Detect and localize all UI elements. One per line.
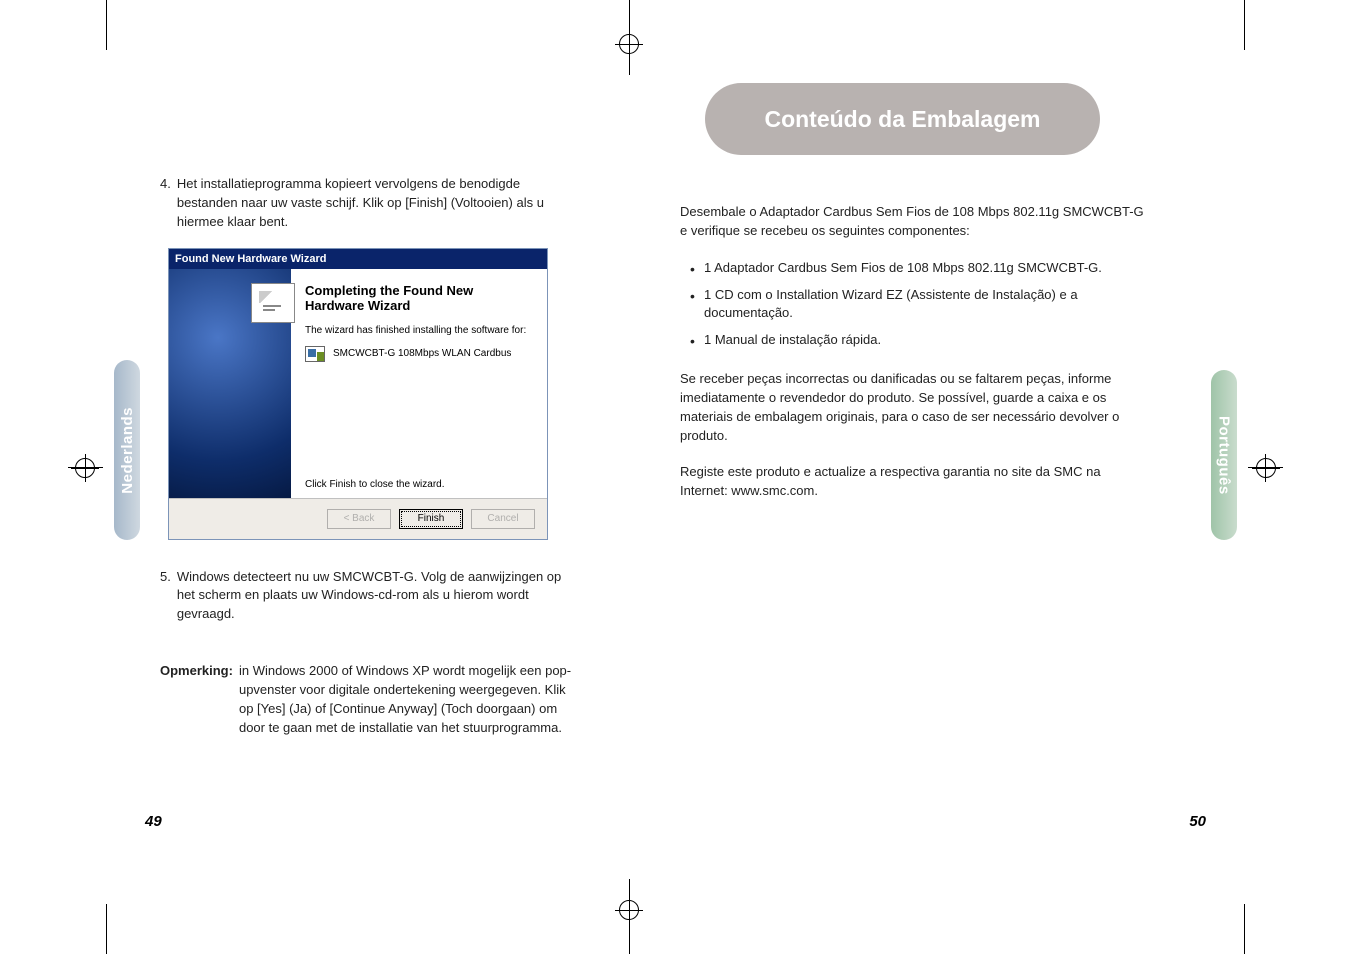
step-text: Het installatieprogramma kopieert vervol… [177, 175, 580, 232]
language-label: Nederlands [119, 407, 136, 494]
wizard-subtext: The wizard has finished installing the s… [305, 325, 535, 336]
crop-mark [1244, 0, 1245, 50]
crop-mark [106, 0, 107, 50]
step-5: 5. Windows detecteert nu uw SMCWCBT-G. V… [160, 568, 580, 625]
note-text: in Windows 2000 of Windows XP wordt moge… [239, 662, 580, 737]
wizard-device-row: SMCWCBT-G 108Mbps WLAN Cardbus [305, 346, 535, 362]
wizard-button-row: < Back Finish Cancel [169, 499, 547, 539]
step-text: Windows detecteert nu uw SMCWCBT-G. Volg… [177, 568, 580, 625]
wizard-heading: Completing the Found New Hardware Wizard [305, 283, 535, 313]
section-heading-pill: Conteúdo da Embalagem [705, 83, 1100, 155]
page-spread: Nederlands Português 4. Het installatiep… [0, 0, 1351, 954]
section-heading-text: Conteúdo da Embalagem [764, 106, 1040, 133]
right-body-text: Desembale o Adaptador Cardbus Sem Fios d… [680, 203, 1200, 501]
registration-mark-icon [629, 896, 630, 924]
finish-button[interactable]: Finish [399, 509, 463, 529]
back-button[interactable]: < Back [327, 509, 391, 529]
page-number-right: 50 [1189, 813, 1206, 830]
left-page-content: 4. Het installatieprogramma kopieert ver… [160, 175, 580, 737]
language-tab-nederlands: Nederlands [114, 360, 140, 540]
body-paragraph: Se receber peças incorrectas ou danifica… [680, 370, 1150, 445]
wizard-titlebar: Found New Hardware Wizard [169, 249, 547, 269]
wizard-close-text: Click Finish to close the wizard. [305, 479, 535, 490]
note-label: Opmerking: [160, 662, 233, 737]
body-paragraph: Registe este produto e actualize a respe… [680, 463, 1150, 501]
list-item: 1 Adaptador Cardbus Sem Fios de 108 Mbps… [690, 259, 1150, 278]
language-label: Português [1216, 416, 1233, 495]
package-list: 1 Adaptador Cardbus Sem Fios de 108 Mbps… [690, 259, 1150, 350]
intro-paragraph: Desembale o Adaptador Cardbus Sem Fios d… [680, 203, 1150, 241]
registration-mark-icon [1265, 454, 1266, 482]
wizard-body: Completing the Found New Hardware Wizard… [169, 269, 547, 499]
registration-mark-icon [85, 454, 86, 482]
note-block: Opmerking: in Windows 2000 of Windows XP… [160, 662, 580, 737]
list-item: 1 CD com o Installation Wizard EZ (Assis… [690, 286, 1150, 324]
wizard-main-panel: Completing the Found New Hardware Wizard… [291, 269, 547, 498]
page-number-left: 49 [145, 813, 162, 830]
step-number: 4. [160, 175, 171, 232]
network-adapter-icon [305, 346, 325, 362]
language-tab-portugues: Português [1211, 370, 1237, 540]
device-doc-icon [251, 283, 295, 323]
crop-mark [1244, 904, 1245, 954]
wizard-screenshot: Found New Hardware Wizard Completing the… [168, 248, 548, 540]
registration-mark-icon [629, 30, 630, 58]
wizard-side-graphic [169, 269, 291, 498]
right-page-content: Conteúdo da Embalagem Desembale o Adapta… [680, 83, 1200, 519]
cancel-button[interactable]: Cancel [471, 509, 535, 529]
crop-mark [106, 904, 107, 954]
step-number: 5. [160, 568, 171, 625]
list-item: 1 Manual de instalação rápida. [690, 331, 1150, 350]
registration-mark-icon [1252, 468, 1280, 469]
step-4: 4. Het installatieprogramma kopieert ver… [160, 175, 580, 232]
wizard-device-name: SMCWCBT-G 108Mbps WLAN Cardbus [333, 348, 511, 359]
